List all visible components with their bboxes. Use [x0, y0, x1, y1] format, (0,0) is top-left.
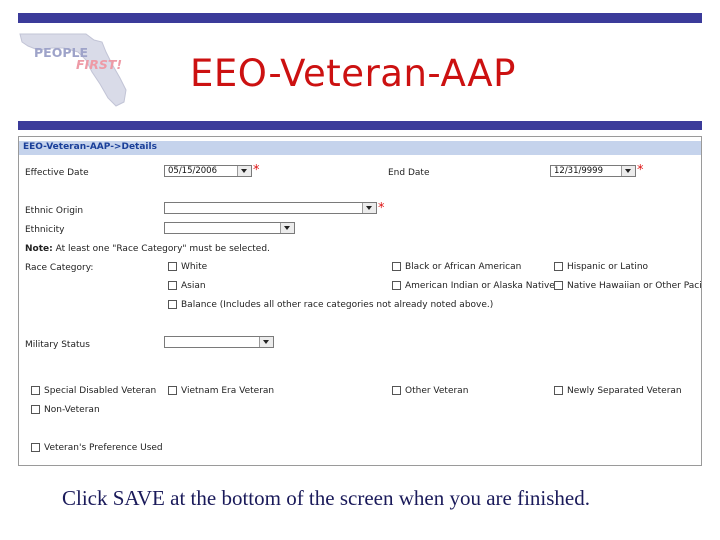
- vietnam-era-veteran-label: Vietnam Era Veteran: [181, 386, 275, 396]
- checkbox-special-disabled-veteran[interactable]: [31, 386, 40, 395]
- chevron-down-icon[interactable]: [621, 166, 635, 176]
- note-text: At least one "Race Category" must be sel…: [55, 244, 270, 254]
- breadcrumb-bar: EEO-Veteran-AAP->Details: [19, 141, 701, 155]
- checkbox-pacific[interactable]: [554, 281, 563, 290]
- checkbox-veterans-preference[interactable]: [31, 443, 40, 452]
- checkbox-balance[interactable]: [168, 300, 177, 309]
- race-category-label: Race Category:: [25, 263, 94, 273]
- effective-date-value: 05/15/2006: [168, 166, 217, 176]
- slide-caption: Click SAVE at the bottom of the screen w…: [62, 486, 590, 510]
- race-white-label: White: [181, 262, 208, 272]
- veterans-preference-label: Veteran's Preference Used: [44, 443, 163, 453]
- effective-date-select[interactable]: 05/15/2006: [164, 165, 252, 177]
- eeo-form-screenshot: EEO-Veteran-AAP->Details Effective Date …: [18, 136, 702, 466]
- race-pacific-label: Native Hawaiian or Other Pacific: [567, 281, 702, 291]
- header-divider-bar: [18, 121, 702, 130]
- race-asian-label: Asian: [181, 281, 206, 291]
- race-black-label: Black or African American: [405, 262, 522, 272]
- newly-separated-veteran-label: Newly Separated Veteran: [567, 386, 682, 396]
- race-note: Note: At least one "Race Category" must …: [25, 244, 270, 254]
- chevron-down-icon[interactable]: [259, 337, 273, 347]
- ethnicity-label: Ethnicity: [25, 225, 65, 235]
- checkbox-asian[interactable]: [168, 281, 177, 290]
- required-marker: *: [253, 163, 260, 178]
- chevron-down-icon[interactable]: [237, 166, 251, 176]
- military-status-label: Military Status: [25, 340, 90, 350]
- race-american-indian-label: American Indian or Alaska Native: [405, 281, 555, 291]
- ethnic-origin-label: Ethnic Origin: [25, 206, 84, 216]
- checkbox-white[interactable]: [168, 262, 177, 271]
- race-balance-label: Balance (Includes all other race categor…: [181, 300, 494, 310]
- checkbox-vietnam-era-veteran[interactable]: [168, 386, 177, 395]
- chevron-down-icon[interactable]: [280, 223, 294, 233]
- race-hispanic-label: Hispanic or Latino: [567, 262, 649, 272]
- other-veteran-label: Other Veteran: [405, 386, 469, 396]
- note-prefix: Note:: [25, 244, 53, 254]
- end-date-select[interactable]: 12/31/9999: [550, 165, 636, 177]
- slide-title: EEO-Veteran-AAP: [190, 52, 516, 95]
- checkbox-other-veteran[interactable]: [392, 386, 401, 395]
- military-status-select[interactable]: [164, 336, 274, 348]
- required-marker: *: [637, 163, 644, 178]
- required-marker: *: [378, 201, 385, 216]
- people-first-logo: PEOPLE FIRST!: [19, 33, 127, 107]
- checkbox-non-veteran[interactable]: [31, 405, 40, 414]
- effective-date-label: Effective Date: [25, 168, 89, 178]
- checkbox-hispanic[interactable]: [554, 262, 563, 271]
- checkbox-black[interactable]: [392, 262, 401, 271]
- logo-text-first: FIRST!: [76, 57, 122, 72]
- breadcrumb[interactable]: EEO-Veteran-AAP->Details: [23, 142, 157, 152]
- special-disabled-veteran-label: Special Disabled Veteran: [44, 386, 157, 396]
- end-date-label: End Date: [388, 168, 430, 178]
- non-veteran-label: Non-Veteran: [44, 405, 100, 415]
- ethnicity-select[interactable]: [164, 222, 295, 234]
- chevron-down-icon[interactable]: [362, 203, 376, 213]
- end-date-value: 12/31/9999: [554, 166, 603, 176]
- top-divider-bar: [18, 13, 702, 23]
- ethnic-origin-select[interactable]: [164, 202, 377, 214]
- checkbox-newly-separated-veteran[interactable]: [554, 386, 563, 395]
- checkbox-american-indian[interactable]: [392, 281, 401, 290]
